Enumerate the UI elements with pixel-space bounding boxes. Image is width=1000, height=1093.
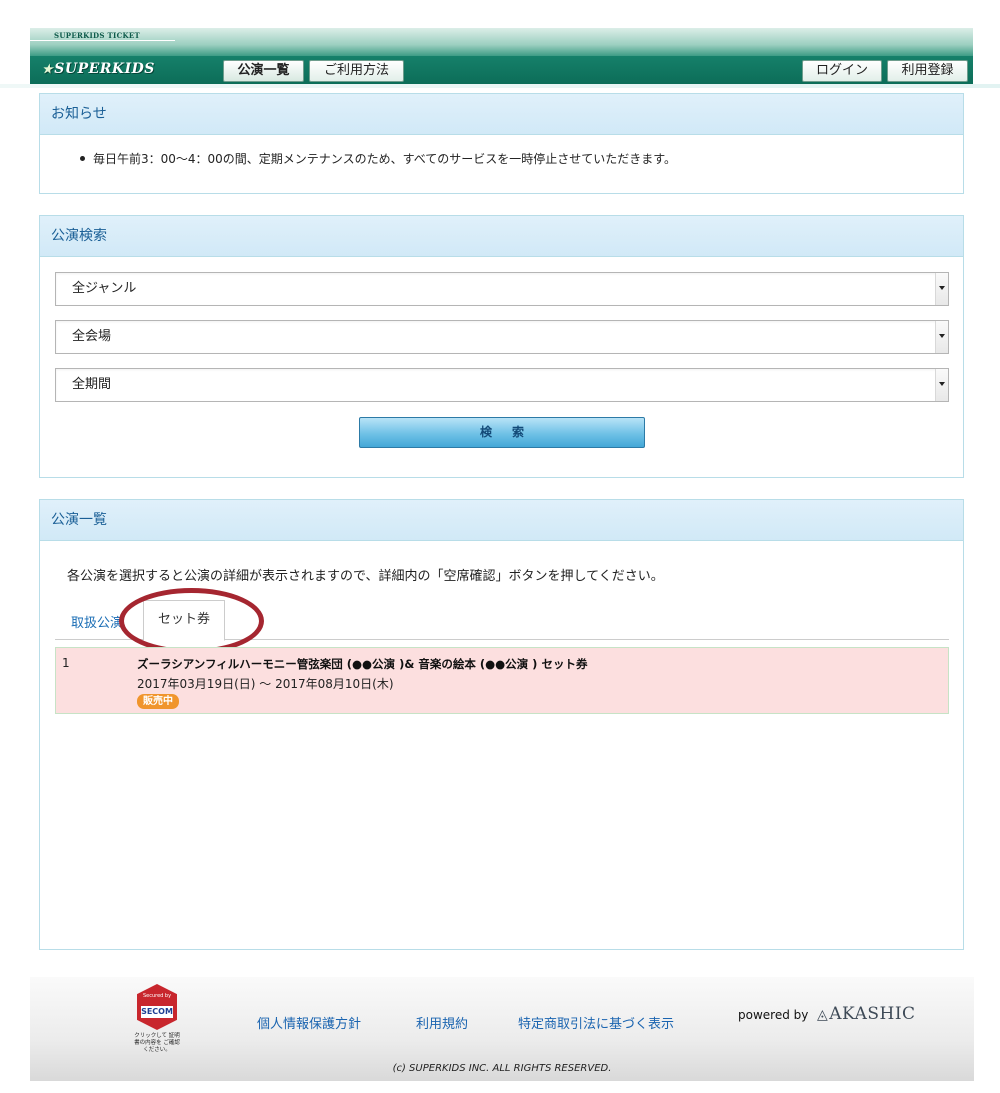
bullet-icon	[80, 156, 85, 161]
list-description: 各公演を選択すると公演の詳細が表示されますので、詳細内の「空席確認」ボタンを押し…	[67, 569, 664, 584]
commercial-law-link[interactable]: 特定商取引法に基づく表示	[518, 1013, 674, 1032]
venue-select[interactable]: 全会場	[55, 320, 949, 354]
list-tabs: 取扱公演 セット券	[55, 600, 949, 641]
terms-link[interactable]: 利用規約	[416, 1013, 468, 1032]
notice-item: 毎日午前3：00～4：00の間、定期メンテナンスのため、すべてのサービスを一時停…	[80, 150, 963, 167]
performance-list-panel: 公演一覧 各公演を選択すると公演の詳細が表示されますので、詳細内の「空席確認」ボ…	[39, 499, 964, 950]
header-nav-bar: ★SUPERKIDS 公演一覧 ご利用方法 ログイン 利用登録	[30, 56, 973, 84]
secom-note: クリックして 証明書の内容を ご確認ください。	[134, 1033, 180, 1053]
period-select-value: 全期間	[72, 377, 112, 392]
site-footer: Secured by SECOM クリックして 証明書の内容を ご確認ください。…	[30, 977, 974, 1081]
period-select[interactable]: 全期間	[55, 368, 949, 402]
star-icon: ★	[42, 62, 54, 76]
chevron-down-icon[interactable]	[935, 369, 948, 401]
tab-handled-performances[interactable]: 取扱公演	[71, 612, 123, 631]
secom-brand-text: SECOM	[141, 1006, 173, 1018]
header-top-band: SUPERKIDS TICKET	[30, 28, 973, 56]
search-panel: 公演検索 全ジャンル 全会場 全期間 検索	[39, 215, 964, 478]
notice-list: 毎日午前3：00～4：00の間、定期メンテナンスのため、すべてのサービスを一時停…	[40, 135, 963, 167]
row-title[interactable]: ズーラシアンフィルハーモニー管弦楽団 (●●公演 )& 音楽の絵本 (●●公演 …	[137, 656, 587, 672]
chevron-down-icon[interactable]	[935, 321, 948, 353]
superkids-logo[interactable]: ★SUPERKIDS	[42, 61, 155, 77]
privacy-policy-link[interactable]: 個人情報保護方針	[257, 1013, 361, 1032]
notice-item-text: 毎日午前3：00～4：00の間、定期メンテナンスのため、すべてのサービスを一時停…	[93, 152, 677, 166]
copyright: (c) SUPERKIDS INC. ALL RIGHTS RESERVED.	[392, 1063, 612, 1074]
row-date: 2017年03月19日(日) ～ 2017年08月10日(木)	[137, 677, 394, 691]
chevron-down-icon[interactable]	[935, 273, 948, 305]
search-button[interactable]: 検索	[359, 417, 645, 448]
genre-select[interactable]: 全ジャンル	[55, 272, 949, 306]
status-badge: 販売中	[137, 694, 179, 709]
akashic-text: AKASHIC	[829, 1004, 916, 1024]
akashic-mark-icon: ◬	[817, 1007, 829, 1023]
nav-performance-list-button[interactable]: 公演一覧	[223, 60, 304, 82]
venue-select-value: 全会場	[72, 329, 112, 344]
secom-secured-text: Secured by	[142, 993, 172, 999]
notice-panel: お知らせ 毎日午前3：00～4：00の間、定期メンテナンスのため、すべてのサービ…	[39, 93, 964, 194]
ticket-label: SUPERKIDS TICKET	[54, 31, 140, 40]
powered-by-label: powered by	[738, 1008, 809, 1022]
tab-set-tickets[interactable]: セット券	[143, 600, 225, 641]
header-underline-strip	[0, 84, 1000, 88]
row-number: 1	[62, 656, 70, 670]
akashic-logo[interactable]: ◬AKASHIC	[817, 1004, 916, 1024]
logo-text: SUPERKIDS	[54, 61, 155, 77]
login-button[interactable]: ログイン	[802, 60, 882, 82]
notice-title: お知らせ	[40, 94, 963, 135]
site-header: SUPERKIDS TICKET ★SUPERKIDS 公演一覧 ご利用方法 ロ…	[30, 28, 973, 84]
nav-how-to-use-button[interactable]: ご利用方法	[309, 60, 404, 82]
secom-seal[interactable]: Secured by SECOM クリックして 証明書の内容を ご確認ください。	[134, 984, 180, 1056]
register-button[interactable]: 利用登録	[887, 60, 968, 82]
secom-shield-icon: Secured by SECOM	[137, 984, 177, 1030]
table-row[interactable]: 1 ズーラシアンフィルハーモニー管弦楽団 (●●公演 )& 音楽の絵本 (●●公…	[55, 647, 949, 714]
header-divider	[30, 40, 175, 41]
performance-list-title: 公演一覧	[40, 500, 963, 541]
genre-select-value: 全ジャンル	[72, 281, 137, 296]
search-title: 公演検索	[40, 216, 963, 257]
